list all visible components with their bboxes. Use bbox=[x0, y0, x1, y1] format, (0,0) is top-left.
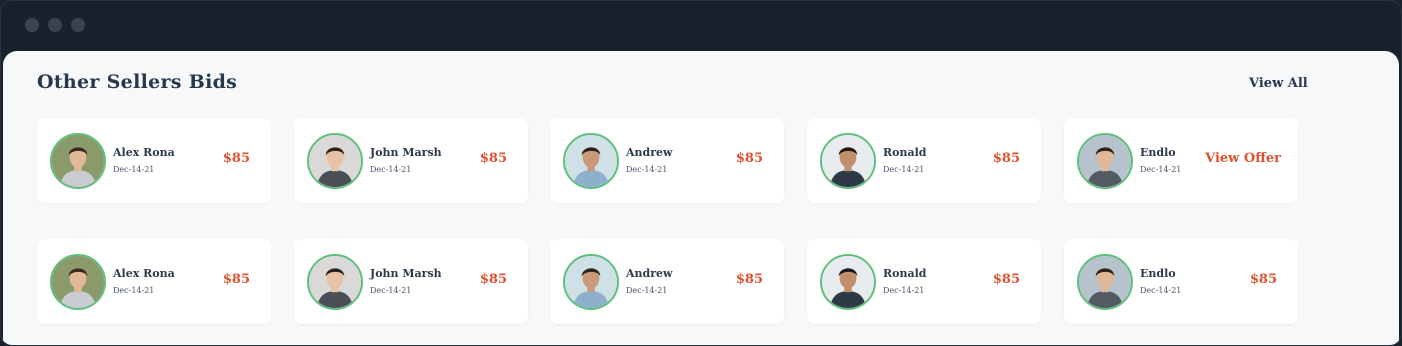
bids-grid: Alex Rona Dec-14-21 $85 John Marsh Dec-1… bbox=[37, 118, 1307, 328]
bid-card[interactable]: Ronald Dec-14-21 $85 bbox=[807, 239, 1041, 324]
bid-card[interactable]: Endlo Dec-14-21 View Offer bbox=[1064, 118, 1298, 203]
user-avatar-icon bbox=[563, 133, 619, 189]
bid-price: $85 bbox=[735, 151, 763, 166]
bid-date: Dec-14-21 bbox=[626, 165, 668, 174]
user-avatar-icon bbox=[820, 254, 876, 310]
bid-price: $85 bbox=[222, 151, 250, 166]
seller-name: Ronald bbox=[883, 267, 927, 280]
window-maximize-button[interactable] bbox=[71, 18, 85, 32]
seller-name: Alex Rona bbox=[113, 146, 175, 159]
bid-card[interactable]: Ronald Dec-14-21 $85 bbox=[807, 118, 1041, 203]
bid-card[interactable]: Alex Rona Dec-14-21 $85 bbox=[37, 239, 271, 324]
bid-price: $85 bbox=[222, 272, 250, 287]
bid-date: Dec-14-21 bbox=[1140, 165, 1182, 174]
bid-card[interactable]: Andrew Dec-14-21 $85 bbox=[550, 239, 784, 324]
user-avatar-icon bbox=[307, 133, 363, 189]
bid-date: Dec-14-21 bbox=[1140, 286, 1182, 295]
seller-name: Andrew bbox=[626, 146, 673, 159]
view-offer-button[interactable]: View Offer bbox=[1205, 151, 1281, 166]
bids-panel: Other Sellers Bids View All Alex Rona De… bbox=[3, 51, 1399, 345]
user-avatar-icon bbox=[307, 254, 363, 310]
bid-price: $85 bbox=[992, 151, 1020, 166]
view-all-link[interactable]: View All bbox=[1249, 76, 1308, 91]
seller-name: Alex Rona bbox=[113, 267, 175, 280]
user-avatar-icon bbox=[1077, 133, 1133, 189]
seller-name: Endlo bbox=[1140, 267, 1176, 280]
seller-name: John Marsh bbox=[370, 267, 442, 280]
bid-date: Dec-14-21 bbox=[626, 286, 668, 295]
bid-price: $85 bbox=[992, 272, 1020, 287]
seller-name: Ronald bbox=[883, 146, 927, 159]
bid-card[interactable]: Andrew Dec-14-21 $85 bbox=[550, 118, 784, 203]
bid-date: Dec-14-21 bbox=[113, 165, 155, 174]
window-titlebar bbox=[1, 1, 1401, 51]
seller-name: John Marsh bbox=[370, 146, 442, 159]
app-window: Other Sellers Bids View All Alex Rona De… bbox=[0, 0, 1402, 346]
bid-card[interactable]: Alex Rona Dec-14-21 $85 bbox=[37, 118, 271, 203]
user-avatar-icon bbox=[50, 133, 106, 189]
bid-card[interactable]: John Marsh Dec-14-21 $85 bbox=[294, 118, 528, 203]
window-close-button[interactable] bbox=[25, 18, 39, 32]
bid-card[interactable]: Endlo Dec-14-21 $85 bbox=[1064, 239, 1298, 324]
bid-card[interactable]: John Marsh Dec-14-21 $85 bbox=[294, 239, 528, 324]
bid-date: Dec-14-21 bbox=[370, 165, 412, 174]
user-avatar-icon bbox=[50, 254, 106, 310]
bid-price: $85 bbox=[479, 272, 507, 287]
bid-price: $85 bbox=[735, 272, 763, 287]
window-minimize-button[interactable] bbox=[48, 18, 62, 32]
seller-name: Endlo bbox=[1140, 146, 1176, 159]
bid-price: $85 bbox=[1249, 272, 1277, 287]
seller-name: Andrew bbox=[626, 267, 673, 280]
section-title: Other Sellers Bids bbox=[37, 71, 238, 93]
bid-date: Dec-14-21 bbox=[883, 286, 925, 295]
user-avatar-icon bbox=[820, 133, 876, 189]
bid-date: Dec-14-21 bbox=[370, 286, 412, 295]
bid-price: $85 bbox=[479, 151, 507, 166]
bid-date: Dec-14-21 bbox=[883, 165, 925, 174]
user-avatar-icon bbox=[563, 254, 619, 310]
user-avatar-icon bbox=[1077, 254, 1133, 310]
bid-date: Dec-14-21 bbox=[113, 286, 155, 295]
